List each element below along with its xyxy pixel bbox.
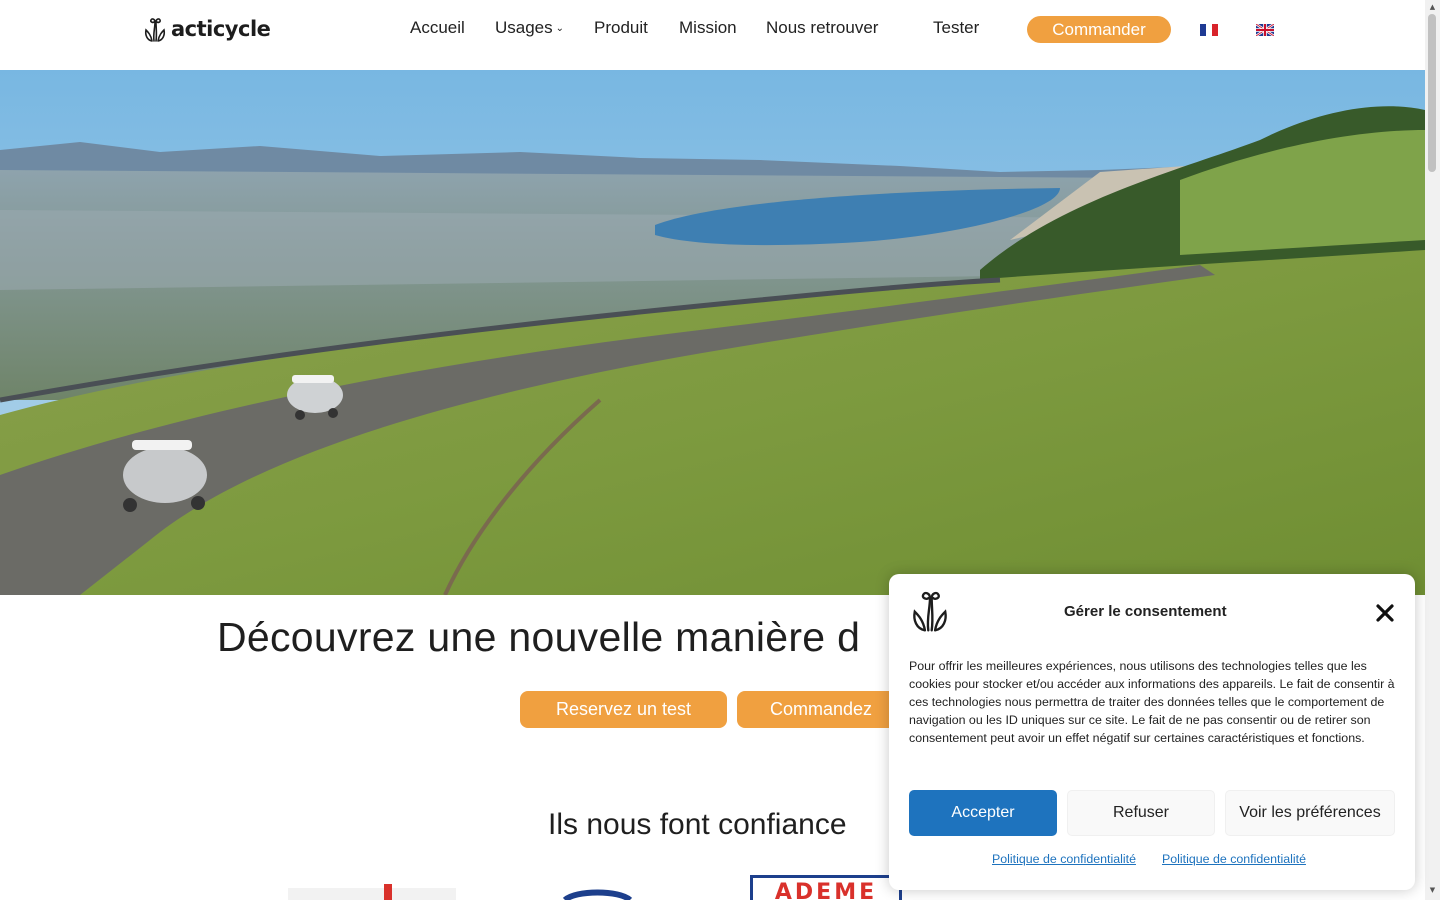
scrollbar-thumb[interactable]	[1428, 14, 1436, 172]
page-headline: Découvrez une nouvelle manière d	[217, 614, 861, 660]
page-scrollbar[interactable]: ▲ ▼	[1425, 0, 1440, 900]
hero-landscape	[0, 70, 1425, 595]
commander-button[interactable]: Commander	[1027, 16, 1171, 43]
acticycle-logo-icon	[913, 591, 947, 632]
flag-en-icon[interactable]	[1256, 24, 1274, 36]
hero-image	[0, 70, 1425, 595]
site-header: acticycle Accueil Usages ⌄ Produit Missio…	[0, 0, 1425, 70]
consent-dialog: Gérer le consentement Pour offrir les me…	[889, 574, 1415, 890]
commandez-button[interactable]: Commandez	[737, 691, 905, 728]
trust-section-title: Ils nous font confiance	[548, 808, 847, 841]
consent-body: Pour offrir les meilleures expériences, …	[909, 659, 1395, 745]
nav-accueil[interactable]: Accueil	[410, 18, 465, 38]
nav-tester[interactable]: Tester	[933, 18, 979, 38]
preferences-button[interactable]: Voir les préférences	[1225, 790, 1395, 836]
accept-button[interactable]: Accepter	[909, 790, 1057, 836]
close-icon[interactable]	[1374, 602, 1396, 624]
reserve-test-button[interactable]: Reservez un test	[520, 691, 727, 728]
partner-logo-2	[562, 889, 633, 900]
scroll-down-icon[interactable]: ▼	[1428, 886, 1437, 894]
refuse-button[interactable]: Refuser	[1067, 790, 1215, 836]
flag-fr-icon[interactable]	[1200, 24, 1218, 36]
partner-logo-1	[288, 884, 456, 900]
partner-logo-ademe: ADEME	[750, 875, 902, 900]
chevron-down-icon: ⌄	[555, 23, 565, 34]
nav-produit[interactable]: Produit	[594, 18, 648, 38]
privacy-policy-link-2[interactable]: Politique de confidentialité	[1162, 852, 1306, 866]
nav-usages[interactable]: Usages ⌄	[495, 18, 564, 38]
nav-mission[interactable]: Mission	[679, 18, 737, 38]
scroll-up-icon[interactable]: ▲	[1428, 3, 1437, 11]
consent-title: Gérer le consentement	[1064, 603, 1227, 620]
nav-usages-label: Usages	[495, 18, 553, 37]
privacy-policy-link[interactable]: Politique de confidentialité	[992, 852, 1136, 866]
nav-nous-retrouver[interactable]: Nous retrouver	[766, 18, 878, 38]
